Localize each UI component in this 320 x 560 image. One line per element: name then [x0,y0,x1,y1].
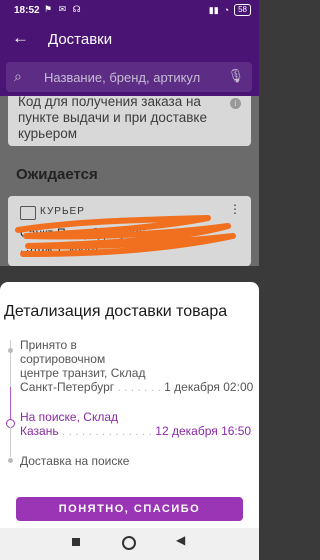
search-input[interactable]: ⌕ Название, бренд, артикул 🎙 [6,62,252,92]
microphone-icon[interactable]: 🎙 [227,68,244,84]
step-1-date: 1 декабря 02:00 [164,380,254,394]
battery-icon: 58 [234,4,251,16]
step-1-line-3: центре транзит, Склад [20,366,146,380]
step-1-place: Санкт-Петербург [20,380,115,394]
page-title: Доставки [48,31,113,48]
recents-nav-icon[interactable] [72,538,80,546]
timeline-step-2: На поиске, Склад Казань . . . . . . . . … [20,410,251,438]
ok-thanks-button[interactable]: ПОНЯТНО, СПАСИБО [16,497,243,521]
courier-delivery-card[interactable]: КУРЬЕР ⋮ Санкт-Петербург, улица , этаж 1… [8,196,251,266]
deliveries-content: Код для получения заказа на пункте выдач… [0,94,259,266]
search-placeholder: Название, бренд, артикул [44,70,201,85]
search-bar-container: ⌕ Название, бренд, артикул 🎙 [0,60,259,96]
dotted-leader: . . . . . . . [114,380,165,394]
wifi-icon: ◔ [223,5,230,15]
back-nav-icon[interactable]: ◀ [176,533,185,547]
step-2-line-1: На поиске, Склад [20,410,119,424]
info-icon[interactable]: i [230,98,241,109]
step-1-line-2: сортировочном [20,352,106,366]
status-time: 18:52 [14,5,40,16]
pickup-code-text: Код для получения заказа на пункте выдач… [18,94,207,141]
delivery-details-sheet: Детализация доставки товара Принято в со… [0,282,259,528]
step-2-place: Казань [20,424,59,438]
sheet-title: Детализация доставки товара [4,303,228,320]
timeline-step-3: Доставка на поиске [20,454,129,468]
timeline-step-1: Принято в сортировочном центре транзит, … [20,338,253,394]
system-icons: ▮▮ ◔ 58 [209,4,251,16]
redaction-scribble [15,215,236,257]
dotted-leader: . . . . . . . . . . . . . . [58,424,156,438]
status-bar: 18:52 ⚑ ✉ ☊ ▮▮ ◔ 58 [0,0,259,22]
step-2-date: 12 декабря 16:50 [155,424,252,438]
timeline-line-3 [10,427,11,457]
search-icon: ⌕ [14,68,22,84]
timeline-dot-3 [8,458,13,463]
system-nav-bar: ◀ [0,528,259,560]
pickup-code-card: Код для получения заказа на пункте выдач… [8,94,251,146]
step-3-line-1: Доставка на поиске [20,454,130,468]
section-title-expected: Ожидается [16,166,98,183]
back-arrow-icon[interactable]: ← [12,28,29,48]
step-1-line-1: Принято в [20,338,77,352]
signal-icon: ▮▮ [208,4,219,15]
app-bar: ← Доставки [0,22,259,60]
timeline-dot-1 [8,348,13,353]
notification-icons: ⚑ ✉ ☊ [44,4,83,14]
home-nav-icon[interactable] [122,536,136,550]
